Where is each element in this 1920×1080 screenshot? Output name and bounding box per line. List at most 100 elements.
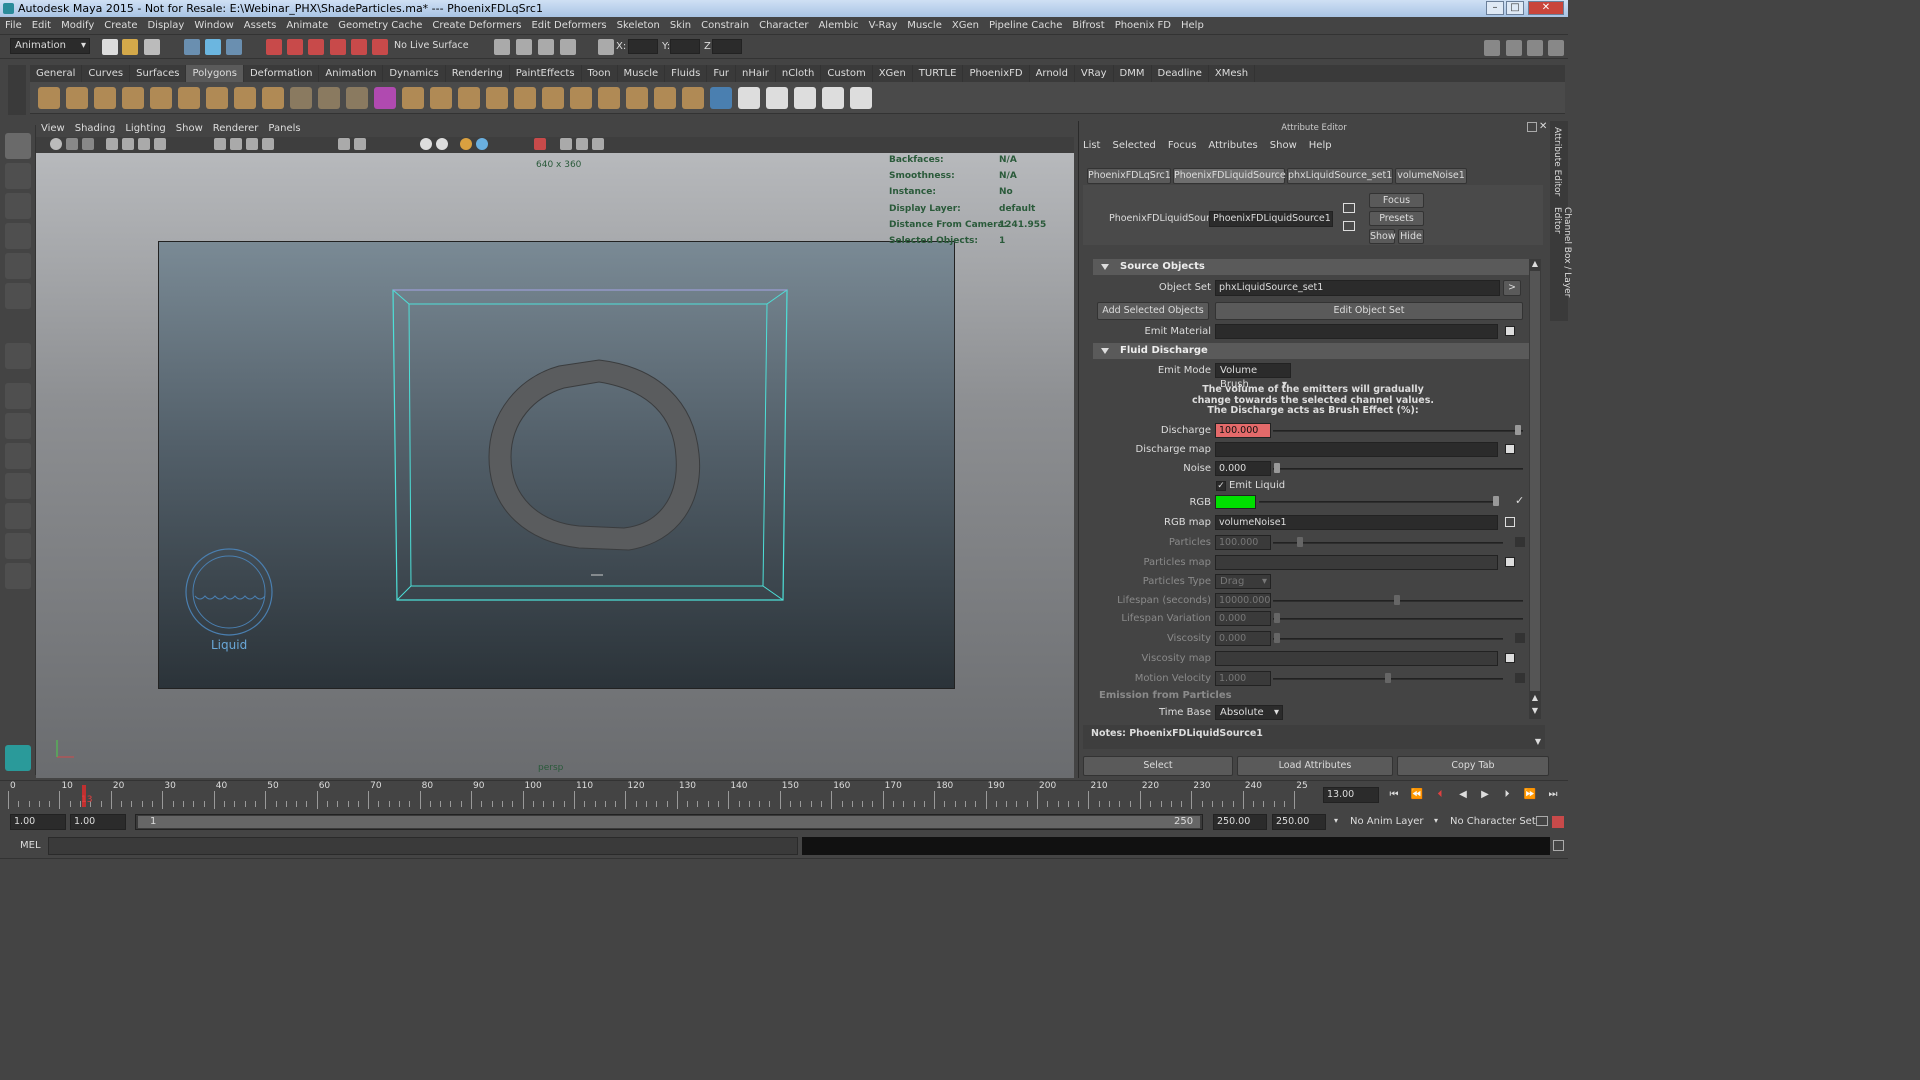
notes-expand-icon[interactable]: ▼: [1535, 737, 1541, 746]
lasso-tool-icon[interactable]: [5, 163, 31, 189]
poly-cylinder-icon[interactable]: [94, 87, 116, 109]
shelf-tab-dmm[interactable]: DMM: [1114, 65, 1152, 82]
scale-tool-icon[interactable]: [5, 283, 31, 309]
float-panel-icon[interactable]: [1527, 122, 1537, 132]
checker-uv-icon[interactable]: [738, 87, 760, 109]
shelf-tab-polygons[interactable]: Polygons: [186, 65, 244, 82]
bridge-icon[interactable]: [430, 87, 452, 109]
step-forward-key-icon[interactable]: ⏵: [1499, 788, 1515, 802]
source-objects-section[interactable]: Source Objects: [1093, 259, 1530, 275]
ae-menu-show[interactable]: Show: [1270, 140, 1297, 151]
viscosity-keyable-icon[interactable]: [1515, 633, 1525, 643]
rgb-swatch[interactable]: [1215, 495, 1256, 509]
menu-constrain[interactable]: Constrain: [696, 17, 754, 35]
copy-tab-button[interactable]: Copy Tab: [1397, 756, 1549, 776]
output-connection-icon[interactable]: [1343, 221, 1355, 231]
planar-mapping-icon[interactable]: [766, 87, 788, 109]
channel-box-toggle-icon[interactable]: [1548, 40, 1564, 56]
menu-assets[interactable]: Assets: [239, 17, 282, 35]
node-name-field[interactable]: PhoenixFDLiquidSource1: [1209, 211, 1333, 227]
shelf-tab-phoenixfd[interactable]: PhoenixFD: [963, 65, 1030, 82]
discharge-field[interactable]: 100.000: [1215, 423, 1271, 438]
motion-velocity-field[interactable]: 1.000: [1215, 671, 1271, 686]
shelf-tab-muscle[interactable]: Muscle: [618, 65, 666, 82]
time-ruler[interactable]: 0 10 20 30 40 50 60 70 80 90 100 110 120 130 140 150 160…: [8, 781, 1320, 809]
discharge-slider-knob[interactable]: [1515, 425, 1521, 435]
viscosity-slider[interactable]: [1273, 638, 1503, 640]
paint-select-tool-icon[interactable]: [5, 193, 31, 219]
attribute-editor-toggle-icon[interactable]: [1506, 40, 1522, 56]
menu-alembic[interactable]: Alembic: [813, 17, 863, 35]
menu-xgen[interactable]: XGen: [947, 17, 984, 35]
step-back-frame-icon[interactable]: ⏪: [1409, 788, 1425, 802]
menu-skin[interactable]: Skin: [665, 17, 696, 35]
notes-area[interactable]: Notes: PhoenixFDLiquidSource1 ▼: [1083, 725, 1545, 749]
side-tab-attribute-editor[interactable]: Attribute Editor: [1552, 127, 1562, 196]
menu-window[interactable]: Window: [189, 17, 238, 35]
time-base-dropdown[interactable]: Absolute ▾: [1215, 705, 1283, 720]
transform-mode-icon[interactable]: [598, 39, 614, 55]
emit-material-field[interactable]: [1215, 324, 1498, 339]
camera-select-icon[interactable]: [50, 138, 62, 150]
poly-pipe-icon[interactable]: [234, 87, 256, 109]
shelf-tab-fur[interactable]: Fur: [707, 65, 737, 82]
maximize-button[interactable]: □: [1506, 1, 1524, 15]
menu-muscle[interactable]: Muscle: [902, 17, 947, 35]
particles-type-dropdown[interactable]: Drag ▾: [1215, 574, 1271, 589]
shelf-tab-dynamics[interactable]: Dynamics: [383, 65, 446, 82]
lifespan-field[interactable]: 10000.000: [1215, 593, 1271, 608]
hide-button[interactable]: Hide: [1398, 229, 1424, 244]
add-selected-objects-button[interactable]: Add Selected Objects: [1097, 302, 1209, 320]
persp-graph-layout-icon[interactable]: [5, 473, 31, 499]
append-polygon-icon[interactable]: [458, 87, 480, 109]
command-input[interactable]: [48, 837, 798, 855]
smooth-icon[interactable]: [346, 87, 368, 109]
menuset-dropdown[interactable]: Animation ▾: [10, 38, 90, 54]
poke-icon[interactable]: [654, 87, 676, 109]
wireframe-on-shaded-icon[interactable]: [246, 138, 258, 150]
tool-settings-toggle-icon[interactable]: [1527, 40, 1543, 56]
input-connection-icon[interactable]: [1343, 203, 1355, 213]
poly-sphere-icon[interactable]: [38, 87, 60, 109]
attribute-scrollbar[interactable]: ▲ ▲ ▼: [1529, 259, 1541, 719]
shelf-tab-deformation[interactable]: Deformation: [244, 65, 320, 82]
snap-curve-icon[interactable]: [287, 39, 303, 55]
resolution-gate-icon[interactable]: [154, 138, 166, 150]
key-icon[interactable]: [1536, 816, 1548, 826]
mirror-icon[interactable]: [710, 87, 732, 109]
menu-vray[interactable]: V-Ray: [864, 17, 903, 35]
menu-geometry-cache[interactable]: Geometry Cache: [333, 17, 427, 35]
separate-icon[interactable]: [318, 87, 340, 109]
menu-character[interactable]: Character: [754, 17, 813, 35]
film-gate-icon[interactable]: [138, 138, 150, 150]
object-set-arrow-button[interactable]: >: [1503, 280, 1521, 296]
viscosity-map-field[interactable]: [1215, 651, 1498, 666]
xray-joints-icon[interactable]: [476, 138, 488, 150]
merge-icon[interactable]: [570, 87, 592, 109]
menu-help[interactable]: Help: [1176, 17, 1209, 35]
make-live-icon[interactable]: [372, 39, 388, 55]
wireframe-icon[interactable]: [214, 138, 226, 150]
chevron-down-icon[interactable]: ▾: [1334, 816, 1338, 825]
ae-tab-phoenixfdliquidsource1[interactable]: PhoenixFDLiquidSource1: [1173, 168, 1292, 184]
scrollbar-thumb[interactable]: [1530, 271, 1540, 691]
y-input[interactable]: [670, 39, 700, 54]
shelf-tab-surfaces[interactable]: Surfaces: [130, 65, 187, 82]
shelf-tab-arnold[interactable]: Arnold: [1030, 65, 1075, 82]
shelf-tab-turtle[interactable]: TURTLE: [913, 65, 964, 82]
camera-attributes-icon[interactable]: [66, 138, 78, 150]
go-to-start-icon[interactable]: ⏮: [1386, 788, 1402, 802]
chevron-down-icon[interactable]: ▾: [1434, 816, 1438, 825]
hud-toggle-icon[interactable]: [560, 138, 572, 150]
wedge-icon[interactable]: [682, 87, 704, 109]
emit-liquid-checkbox[interactable]: ✓: [1216, 481, 1226, 491]
shelf-tab-ncloth[interactable]: nCloth: [776, 65, 822, 82]
render-frame-icon[interactable]: [516, 39, 532, 55]
animation-prefs-icon[interactable]: [1552, 816, 1564, 828]
viewport-menu-shading[interactable]: Shading: [70, 121, 121, 137]
shelf-tab-nhair[interactable]: nHair: [736, 65, 776, 82]
shelf-tab-general[interactable]: General: [30, 65, 83, 82]
viewport-menu-renderer[interactable]: Renderer: [208, 121, 264, 137]
edit-object-set-button[interactable]: Edit Object Set: [1215, 302, 1523, 320]
persp-outliner-layout-icon[interactable]: [5, 443, 31, 469]
